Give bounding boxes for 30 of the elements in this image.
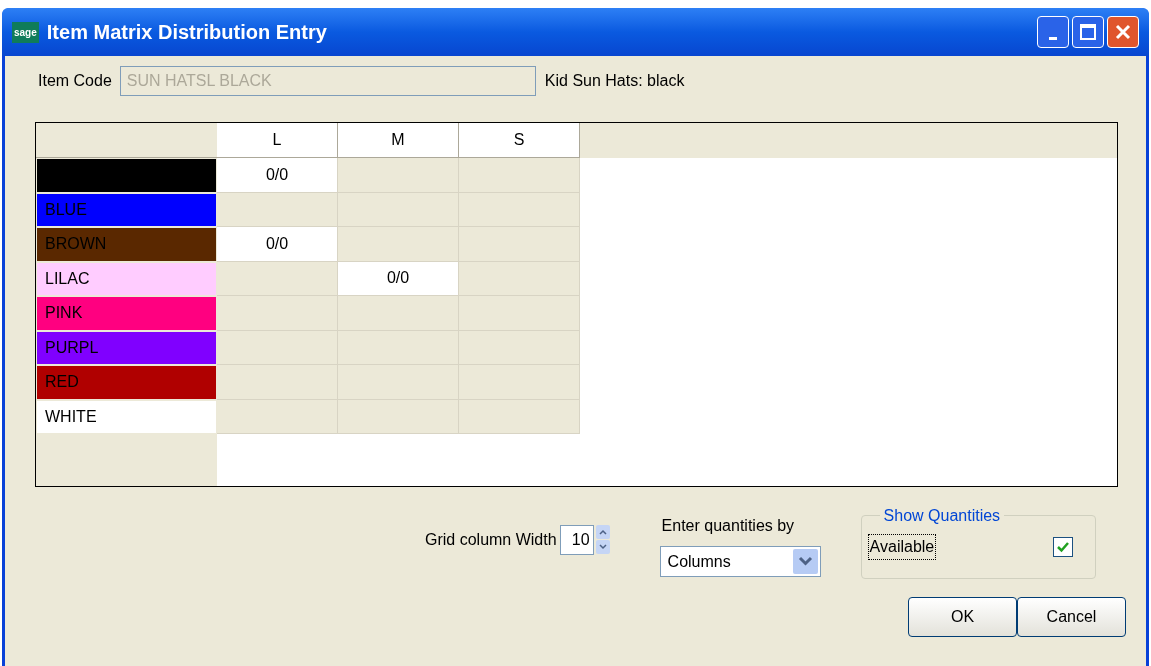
chevron-down-icon [792,549,818,574]
grid-cell[interactable]: 0/0 [217,227,338,262]
spin-down-icon [595,540,610,554]
dialog-button[interactable]: Cancel [1017,597,1126,637]
row-header[interactable]: PINK [36,296,217,331]
spin-buttons[interactable] [595,525,610,555]
item-code-label: Item Code [38,71,112,91]
available-checkbox[interactable] [1052,537,1073,557]
row-header[interactable]: WHITE [36,399,217,434]
column-width-field[interactable]: 10 [559,525,594,555]
item-description: Kid Sun Hats: black [544,71,685,91]
maximize-button[interactable] [1072,16,1104,48]
checkmark-icon [1055,540,1070,554]
row-header[interactable]: LILAC [36,261,217,296]
close-icon [1114,23,1132,41]
column-header[interactable]: M [338,123,459,158]
window-title: Item Matrix Distribution Entry [46,20,327,45]
grid-cell[interactable]: 0/0 [217,158,338,193]
close-button[interactable] [1107,16,1139,48]
column-width-label: Grid column Width [425,530,557,550]
minimize-button[interactable] [1037,16,1069,48]
enter-by-dropdown[interactable]: Columns [659,546,821,577]
enter-by-label: Enter quantities by [661,516,796,536]
grid-cell[interactable]: 0/0 [338,261,459,296]
available-label: Available [867,534,937,560]
column-header[interactable]: L [217,123,338,158]
app-logo: sage [12,21,39,43]
column-header[interactable]: S [459,123,580,158]
dialog-button[interactable]: OK [908,597,1017,637]
spin-up-icon [595,525,610,539]
